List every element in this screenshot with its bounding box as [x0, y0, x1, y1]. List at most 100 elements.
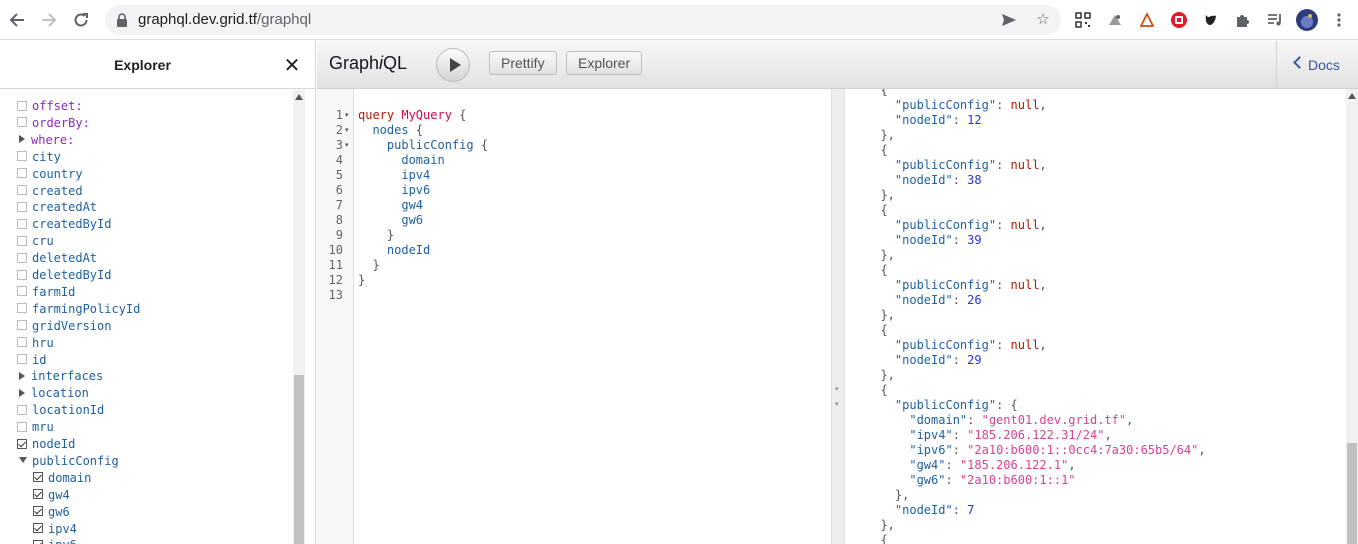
checkbox[interactable] [17, 320, 27, 331]
editor-result-divider[interactable]: ▾ ▾ [832, 89, 845, 544]
tree-item[interactable]: ipv6 [33, 537, 77, 544]
tree-item[interactable]: cru [17, 233, 54, 250]
checkbox[interactable] [17, 235, 27, 246]
tree-item[interactable]: gw4 [33, 487, 70, 504]
send-icon[interactable] [1001, 12, 1017, 28]
scroll-up-icon[interactable] [1348, 93, 1356, 99]
code-line[interactable]: ipv4 [358, 168, 430, 183]
checkbox[interactable] [17, 218, 27, 229]
fold-marker-icon[interactable]: ▾ [835, 400, 839, 408]
forward-icon[interactable] [37, 8, 61, 32]
tree-item[interactable]: offset: [17, 98, 83, 115]
tree-item[interactable]: city [17, 149, 61, 166]
extension-red-icon[interactable] [1169, 10, 1189, 30]
kebab-menu-icon[interactable] [1329, 10, 1349, 30]
code-line[interactable]: gw6 [358, 213, 423, 228]
tree-item[interactable]: deletedById [17, 267, 111, 284]
checkbox[interactable] [17, 337, 27, 348]
media-queue-icon[interactable] [1265, 10, 1285, 30]
fold-toggle-icon[interactable]: ▾ [345, 108, 349, 123]
checkbox[interactable] [17, 117, 27, 128]
back-icon[interactable] [5, 8, 29, 32]
checkbox[interactable] [17, 286, 27, 297]
checked-checkbox[interactable] [33, 523, 43, 533]
checkbox[interactable] [17, 354, 27, 364]
execute-query-button[interactable] [436, 48, 470, 82]
tree-item[interactable]: ipv4 [33, 521, 77, 538]
code-line[interactable]: } [358, 273, 365, 288]
checkbox[interactable] [17, 252, 27, 263]
code-line[interactable]: domain [358, 153, 444, 168]
code-line[interactable]: } [358, 228, 394, 243]
star-icon[interactable]: ☆ [1035, 12, 1051, 28]
fold-toggle-icon[interactable]: ▾ [345, 123, 349, 138]
checkbox[interactable] [17, 404, 27, 415]
qr-code-icon[interactable] [1073, 10, 1093, 30]
code-line[interactable]: } [358, 258, 379, 273]
tree-item[interactable]: farmingPolicyId [17, 301, 140, 318]
tree-item[interactable]: location [17, 385, 89, 402]
tree-item[interactable]: deletedAt [17, 250, 97, 267]
scrollbar-thumb[interactable] [1347, 443, 1357, 544]
scroll-up-icon[interactable] [295, 94, 303, 100]
extension-bird-icon[interactable] [1105, 10, 1125, 30]
checkbox[interactable] [17, 100, 27, 111]
tree-item[interactable]: mru [17, 419, 54, 436]
tree-item[interactable]: where: [17, 132, 74, 149]
tree-item[interactable]: createdAt [17, 199, 97, 216]
checkbox[interactable] [17, 421, 27, 432]
docs-button[interactable]: Docs [1276, 41, 1358, 89]
tree-item[interactable]: orderBy: [17, 115, 90, 132]
code-line[interactable]: gw4 [358, 198, 423, 213]
code-line[interactable]: nodeId [358, 243, 430, 258]
checked-checkbox[interactable] [33, 539, 43, 544]
checked-checkbox[interactable] [33, 489, 43, 500]
scrollbar-thumb[interactable] [294, 375, 304, 544]
avatar[interactable] [1296, 9, 1318, 31]
code-line[interactable]: ipv6 [358, 183, 430, 198]
explorer-scrollbar[interactable] [293, 90, 305, 544]
tree-item[interactable]: createdById [17, 216, 111, 233]
code-line[interactable]: nodes { [358, 123, 423, 138]
tree-item[interactable]: publicConfig [17, 453, 119, 470]
code-line[interactable]: query MyQuery { [358, 108, 466, 123]
tree-item[interactable]: domain [33, 470, 91, 487]
result-scrollbar[interactable] [1346, 89, 1358, 544]
reload-icon[interactable] [69, 8, 93, 32]
extension-warning-icon[interactable] [1137, 10, 1157, 30]
extension-gnu-icon[interactable] [1201, 10, 1221, 30]
checked-checkbox[interactable] [33, 506, 43, 517]
prettify-button[interactable]: Prettify [489, 51, 557, 75]
caret-right-icon[interactable] [19, 371, 25, 380]
checkbox[interactable] [17, 168, 27, 179]
caret-right-icon[interactable] [19, 388, 25, 397]
checkbox[interactable] [17, 201, 27, 212]
code-line[interactable]: publicConfig { [358, 138, 488, 153]
tree-item[interactable]: created [17, 183, 83, 200]
checkbox[interactable] [17, 303, 27, 314]
tree-item[interactable]: gw6 [33, 504, 70, 521]
tree-item[interactable]: farmId [17, 284, 75, 301]
query-editor[interactable]: 1 ▾ 2 ▾ 3 ▾ 4 5 6 7 8 9 10 11 12 13 query MyQuery { nod… [317, 89, 832, 544]
caret-right-icon[interactable] [19, 135, 25, 144]
checkbox[interactable] [17, 151, 27, 162]
tree-item[interactable]: id [17, 352, 46, 369]
close-icon[interactable]: ✕ [282, 53, 302, 78]
checkbox[interactable] [17, 269, 27, 280]
fold-marker-icon[interactable]: ▾ [835, 385, 839, 393]
tree-item[interactable]: interfaces [17, 368, 103, 385]
puzzle-icon[interactable] [1233, 10, 1253, 30]
checkbox[interactable] [17, 185, 27, 195]
address-bar[interactable]: graphql.dev.grid.tf/graphql ☆ [105, 5, 1061, 35]
tree-item[interactable]: locationId [17, 402, 104, 419]
tree-item[interactable]: nodeId [17, 436, 75, 453]
checked-checkbox[interactable] [17, 438, 27, 449]
checked-checkbox[interactable] [33, 472, 43, 483]
tree-item[interactable]: hru [17, 335, 54, 352]
fold-toggle-icon[interactable]: ▾ [345, 138, 349, 153]
explorer-toggle-button[interactable]: Explorer [566, 51, 643, 75]
caret-down-icon[interactable] [19, 457, 27, 464]
tree-item[interactable]: country [17, 166, 83, 183]
tree-item[interactable]: gridVersion [17, 318, 111, 335]
